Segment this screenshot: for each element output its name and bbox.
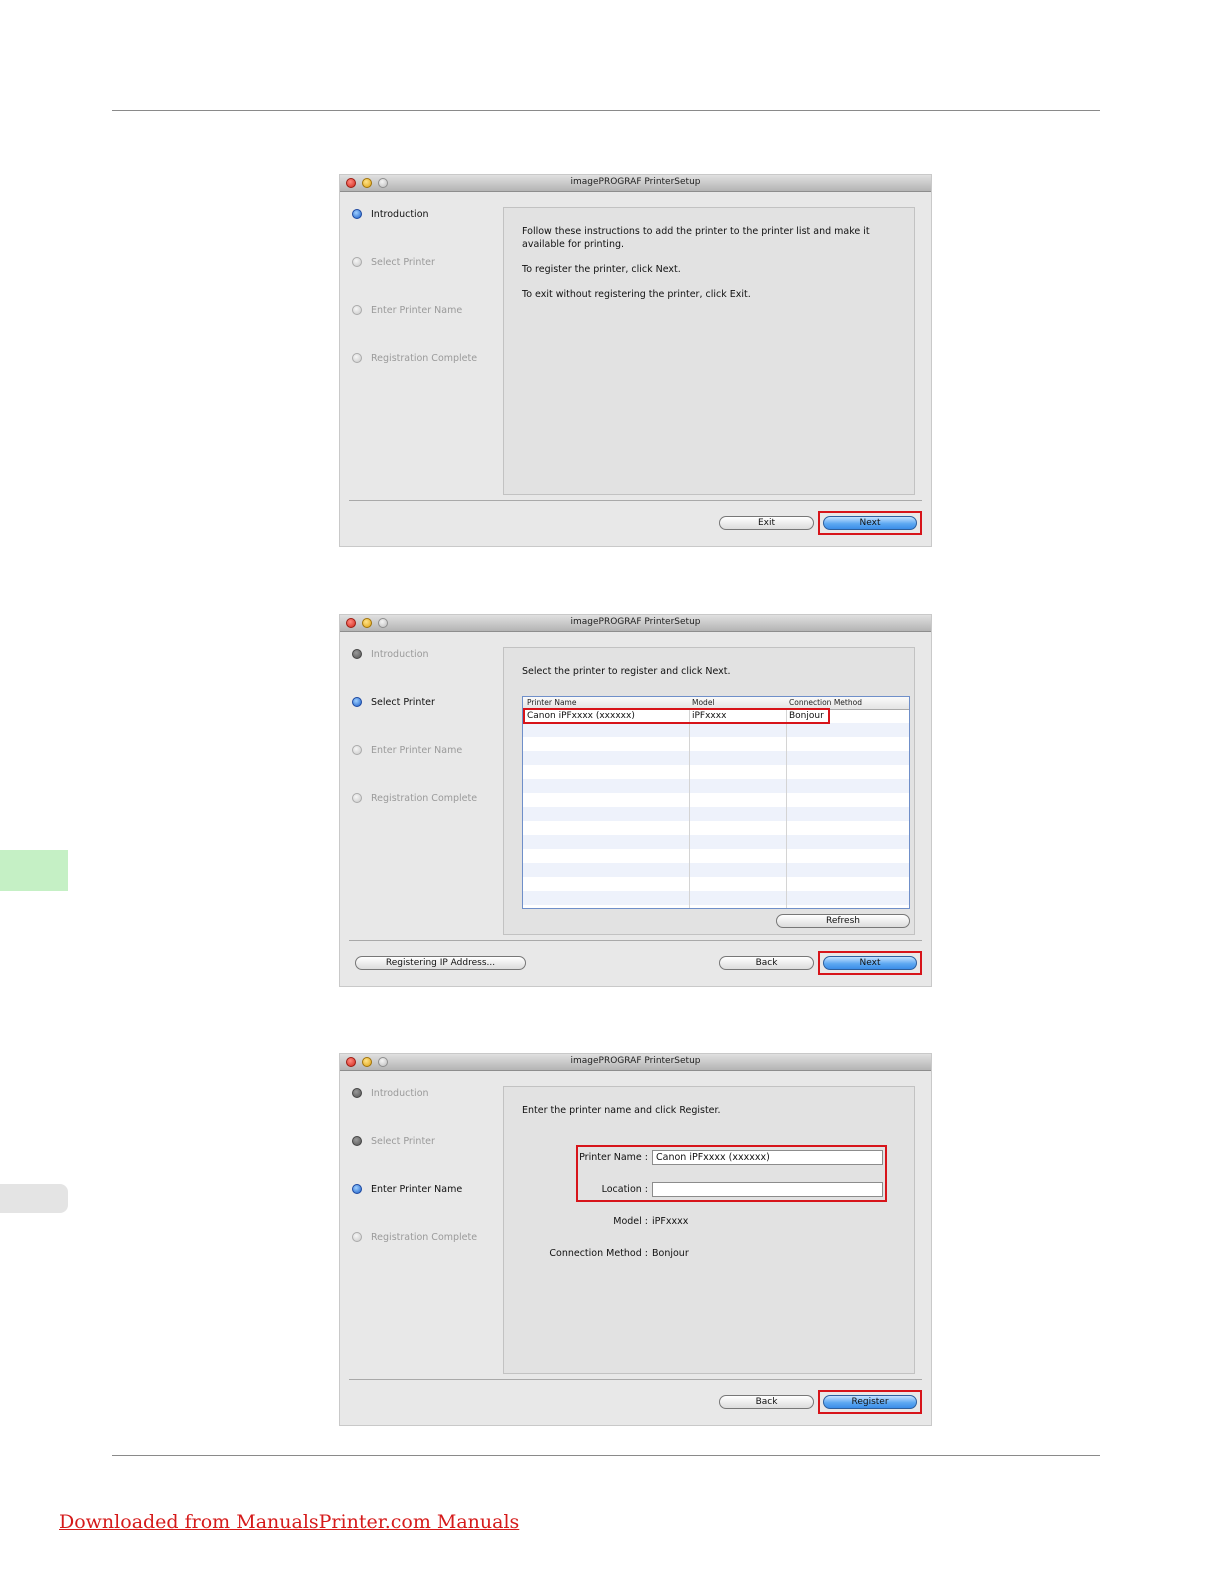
step-enter-printer-name: Enter Printer Name <box>352 743 462 757</box>
chapter-tab-gray <box>0 1184 68 1213</box>
step-introduction: Introduction <box>352 1086 429 1100</box>
step-introduction: Introduction <box>352 647 429 661</box>
step-label: Enter Printer Name <box>371 744 463 756</box>
window-title: imagePROGRAF PrinterSetup <box>570 177 701 187</box>
printer-list-table[interactable]: Printer Name Model Connection Method Can… <box>522 696 910 909</box>
window-enter-printer-name: imagePROGRAF PrinterSetup Introduction S… <box>340 1054 931 1425</box>
back-button[interactable]: Back <box>719 1395 814 1409</box>
instruction-text: Enter the printer name and click Registe… <box>522 1105 721 1116</box>
step-pending-icon <box>352 793 362 803</box>
column-divider <box>786 697 787 908</box>
connection-method-value: Bonjour <box>652 1248 689 1259</box>
step-active-icon <box>352 697 362 707</box>
step-pending-icon <box>352 305 362 315</box>
step-label: Select Printer <box>371 696 435 708</box>
instruction-text: To register the printer, click Next. <box>522 264 681 275</box>
step-active-icon <box>352 209 362 219</box>
step-registration-complete: Registration Complete <box>352 791 477 805</box>
step-registration-complete: Registration Complete <box>352 351 477 365</box>
step-label: Registration Complete <box>371 792 478 804</box>
step-done-icon <box>352 1136 362 1146</box>
table-stripe <box>523 835 909 849</box>
step-pending-icon <box>352 257 362 267</box>
step-pending-icon <box>352 353 362 363</box>
table-stripe <box>523 723 909 737</box>
exit-button[interactable]: Exit <box>719 516 814 530</box>
next-button-highlight <box>818 951 922 975</box>
bottom-rule <box>112 1455 1100 1456</box>
step-pending-icon <box>352 1232 362 1242</box>
top-rule <box>112 110 1100 111</box>
content-panel: Enter the printer name and click Registe… <box>503 1086 915 1374</box>
step-label: Registration Complete <box>371 352 478 364</box>
instruction-text: Follow these instructions to add the pri… <box>522 226 870 250</box>
table-stripe <box>523 891 909 905</box>
window-title: imagePROGRAF PrinterSetup <box>570 617 701 627</box>
instruction-text: Select the printer to register and click… <box>522 666 731 677</box>
step-label: Enter Printer Name <box>371 304 463 316</box>
step-introduction: Introduction <box>352 207 429 221</box>
register-button-highlight <box>818 1390 922 1414</box>
column-header-model[interactable]: Model <box>692 698 715 707</box>
step-pending-icon <box>352 745 362 755</box>
step-select-printer: Select Printer <box>352 1134 435 1148</box>
window-select-printer: imagePROGRAF PrinterSetup Introduction S… <box>340 615 931 986</box>
step-registration-complete: Registration Complete <box>352 1230 477 1244</box>
refresh-button[interactable]: Refresh <box>776 914 910 928</box>
step-label: Enter Printer Name <box>371 1183 463 1195</box>
name-location-highlight <box>576 1145 887 1202</box>
step-enter-printer-name: Enter Printer Name <box>352 303 462 317</box>
step-done-icon <box>352 1088 362 1098</box>
window-introduction: imagePROGRAF PrinterSetup Introduction S… <box>340 175 931 546</box>
step-active-icon <box>352 1184 362 1194</box>
step-label: Introduction <box>371 648 429 660</box>
table-stripe <box>523 779 909 793</box>
instruction-text: To exit without registering the printer,… <box>522 289 751 300</box>
step-done-icon <box>352 649 362 659</box>
column-header-printer-name[interactable]: Printer Name <box>527 698 576 707</box>
title-bar[interactable]: imagePROGRAF PrinterSetup <box>340 1054 931 1071</box>
table-stripe <box>523 863 909 877</box>
footer-divider <box>349 500 922 501</box>
next-button-highlight <box>818 511 922 535</box>
step-label: Select Printer <box>371 256 435 268</box>
step-select-printer: Select Printer <box>352 255 435 269</box>
column-divider <box>689 697 690 908</box>
footer-download-link[interactable]: Downloaded from ManualsPrinter.com Manua… <box>59 1511 519 1533</box>
model-value: iPFxxxx <box>652 1216 689 1227</box>
window-title: imagePROGRAF PrinterSetup <box>570 1056 701 1066</box>
content-panel: Follow these instructions to add the pri… <box>503 207 915 495</box>
step-select-printer: Select Printer <box>352 695 435 709</box>
title-bar[interactable]: imagePROGRAF PrinterSetup <box>340 175 931 192</box>
connection-method-label: Connection Method : <box>549 1248 648 1259</box>
step-label: Registration Complete <box>371 1231 478 1243</box>
chapter-tab-green <box>0 850 68 891</box>
footer-divider <box>349 1379 922 1380</box>
step-label: Introduction <box>371 1087 429 1099</box>
step-label: Introduction <box>371 208 429 220</box>
printer-row-highlight <box>523 708 830 724</box>
registering-ip-address-button[interactable]: Registering IP Address... <box>355 956 526 970</box>
table-stripe <box>523 751 909 765</box>
footer-divider <box>349 940 922 941</box>
content-panel: Select the printer to register and click… <box>503 647 915 935</box>
title-bar[interactable]: imagePROGRAF PrinterSetup <box>340 615 931 632</box>
step-label: Select Printer <box>371 1135 435 1147</box>
table-stripe <box>523 807 909 821</box>
step-enter-printer-name: Enter Printer Name <box>352 1182 462 1196</box>
column-header-connection-method[interactable]: Connection Method <box>789 698 862 707</box>
back-button[interactable]: Back <box>719 956 814 970</box>
model-label: Model : <box>613 1216 648 1227</box>
